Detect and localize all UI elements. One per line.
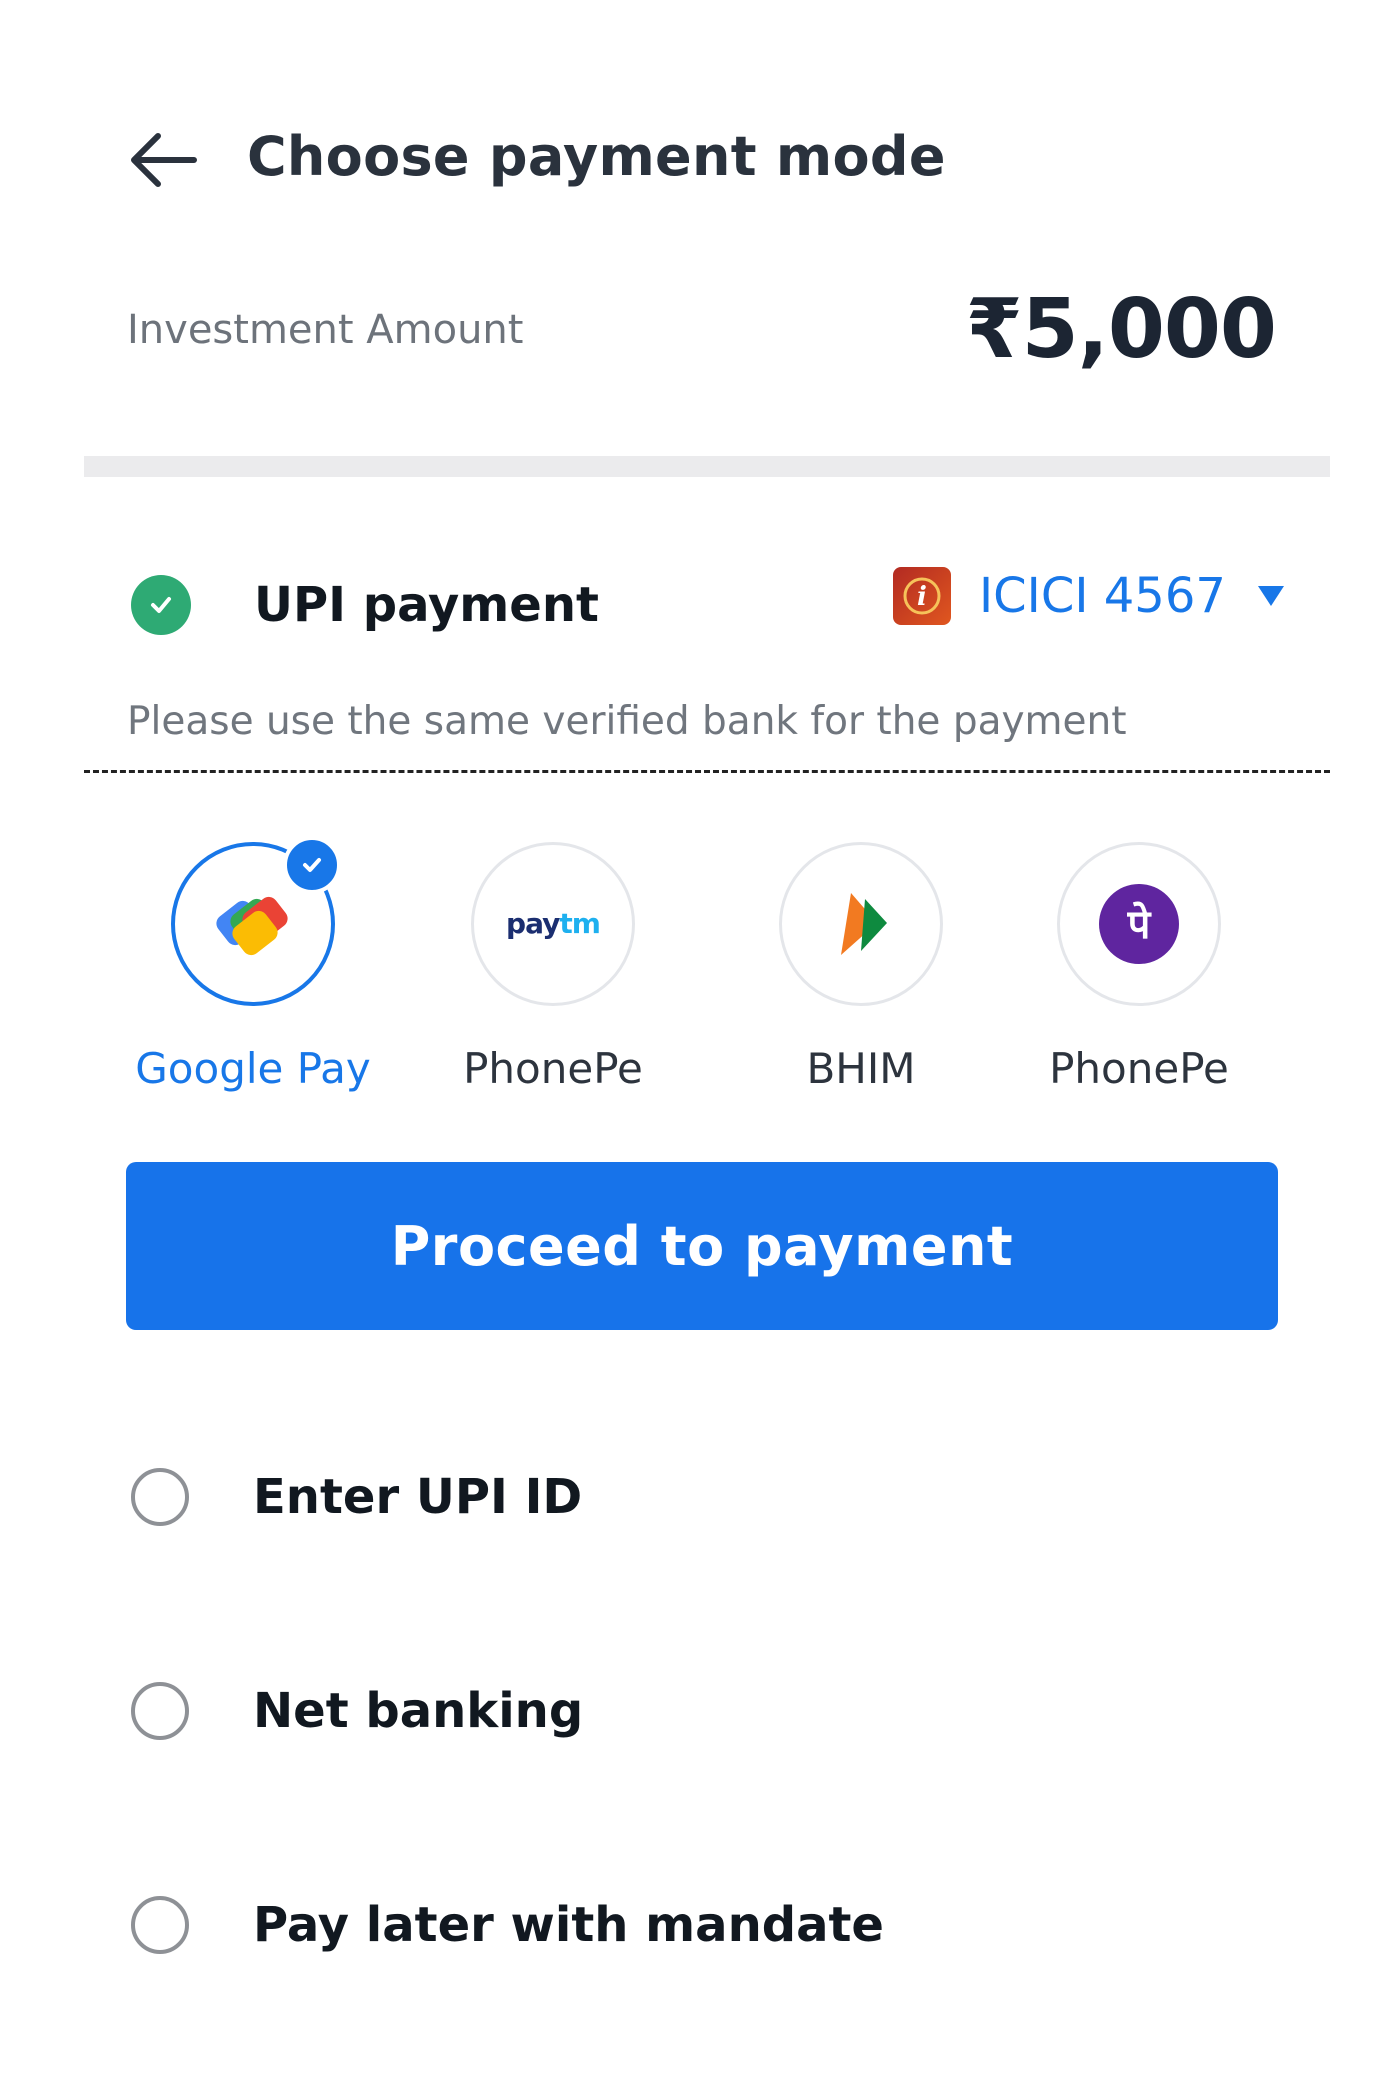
app-circle: पे <box>1057 842 1221 1006</box>
radio-button[interactable] <box>131 1682 189 1740</box>
app-label: PhonePe <box>1049 1044 1229 1093</box>
option-enter-upi-id[interactable]: Enter UPI ID <box>131 1465 582 1529</box>
page-title: Choose payment mode <box>247 125 946 188</box>
option-net-banking[interactable]: Net banking <box>131 1679 583 1743</box>
app-label: Google Pay <box>135 1044 371 1093</box>
svg-text:i: i <box>917 582 927 612</box>
caret-down-icon <box>1257 586 1284 606</box>
google-pay-icon <box>216 896 288 956</box>
upi-payment-label[interactable]: UPI payment <box>254 577 599 633</box>
app-circle <box>779 842 943 1006</box>
paytm-logo-icon: paytm <box>506 907 601 940</box>
icici-bank-logo-icon: i <box>893 567 951 625</box>
radio-button[interactable] <box>131 1896 189 1954</box>
investment-amount-value: ₹5,000 <box>965 282 1277 377</box>
svg-text:paytm: paytm <box>506 907 600 940</box>
option-label: Net banking <box>253 1683 584 1739</box>
app-option-phonepe-2[interactable]: पे PhonePe <box>1049 842 1229 1093</box>
app-option-phonepe[interactable]: paytm PhonePe <box>463 842 643 1093</box>
dashed-divider <box>84 770 1330 773</box>
back-button[interactable] <box>124 128 200 192</box>
arrow-left-icon <box>131 133 197 187</box>
proceed-to-payment-button[interactable]: Proceed to payment <box>126 1162 1278 1330</box>
app-circle: paytm <box>471 842 635 1006</box>
svg-text:पे: पे <box>1127 901 1152 948</box>
app-option-bhim[interactable]: BHIM <box>776 842 946 1093</box>
app-option-google-pay[interactable]: Google Pay <box>135 836 371 1093</box>
bank-name: ICICI 4567 <box>979 568 1226 624</box>
investment-amount-label: Investment Amount <box>127 307 524 353</box>
app-label: BHIM <box>806 1044 916 1093</box>
option-label: Enter UPI ID <box>253 1469 583 1525</box>
bhim-icon <box>841 893 887 955</box>
section-divider <box>84 456 1330 477</box>
radio-button[interactable] <box>131 1468 189 1526</box>
bank-selector[interactable]: i ICICI 4567 <box>893 566 1284 626</box>
bank-helper-text: Please use the same verified bank for th… <box>127 699 1127 744</box>
phonepe-icon: पे <box>1099 884 1179 964</box>
app-circle <box>171 836 341 1006</box>
upi-selected-check-icon[interactable] <box>131 575 191 635</box>
app-label: PhonePe <box>463 1044 643 1093</box>
option-pay-later-mandate[interactable]: Pay later with mandate <box>131 1893 884 1957</box>
selected-check-icon <box>283 836 341 894</box>
option-label: Pay later with mandate <box>253 1897 884 1953</box>
